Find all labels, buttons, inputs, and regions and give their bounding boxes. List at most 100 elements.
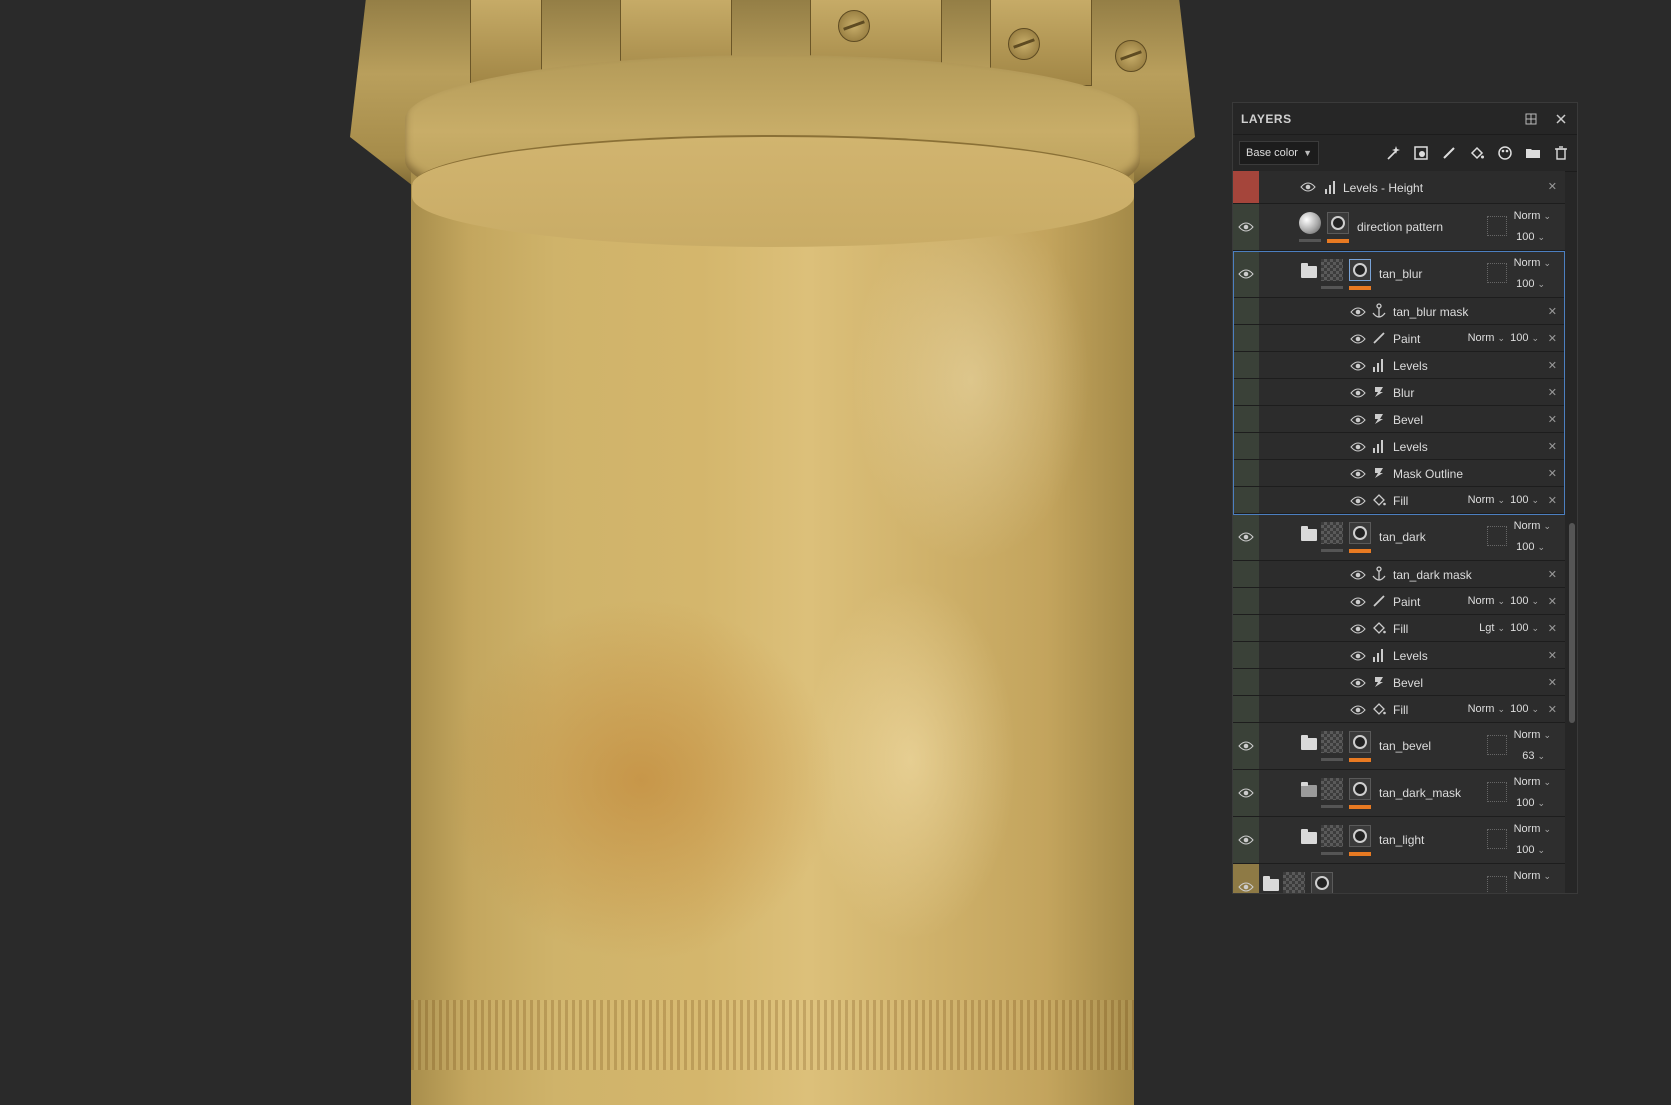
eye-icon[interactable] bbox=[1349, 332, 1367, 346]
folder-icon[interactable] bbox=[1523, 143, 1543, 163]
blend-mode-select[interactable]: Norm ⌄ bbox=[1468, 332, 1505, 344]
effect-row[interactable]: Mask Outline ✕ bbox=[1233, 460, 1565, 487]
paint-bucket-icon[interactable] bbox=[1467, 143, 1487, 163]
layer-row-partial[interactable]: Norm ⌄ bbox=[1233, 864, 1565, 893]
effect-row[interactable]: Levels ✕ bbox=[1233, 642, 1565, 669]
mask-thumbnail[interactable] bbox=[1349, 825, 1371, 847]
remove-effect-icon[interactable]: ✕ bbox=[1548, 568, 1557, 581]
eye-icon[interactable] bbox=[1349, 676, 1367, 690]
opacity-select[interactable]: 100 ⌄ bbox=[1510, 622, 1539, 634]
remove-effect-icon[interactable]: ✕ bbox=[1548, 359, 1557, 372]
dock-icon[interactable] bbox=[1523, 111, 1539, 127]
mask-thumbnail[interactable] bbox=[1349, 778, 1371, 800]
layer-row-tan-dark-mask[interactable]: tan_dark_mask Norm ⌄ 100 ⌄ bbox=[1233, 770, 1565, 817]
eye-icon[interactable] bbox=[1237, 833, 1255, 847]
effect-row[interactable]: tan_dark mask ✕ bbox=[1233, 561, 1565, 588]
eye-icon[interactable] bbox=[1349, 305, 1367, 319]
opacity-select[interactable]: 100 ⌄ bbox=[1510, 332, 1539, 344]
channel-select[interactable]: Base color ▼ bbox=[1239, 141, 1319, 165]
remove-effect-icon[interactable]: ✕ bbox=[1548, 386, 1557, 399]
mask-thumbnail[interactable] bbox=[1349, 259, 1371, 281]
eye-icon[interactable] bbox=[1237, 267, 1255, 281]
effect-row[interactable]: Levels ✕ bbox=[1233, 352, 1565, 379]
remove-effect-icon[interactable]: ✕ bbox=[1548, 494, 1557, 507]
layer-row-tan-blur[interactable]: tan_blur Norm ⌄ 100 ⌄ bbox=[1233, 251, 1565, 298]
effect-row[interactable]: Blur ✕ bbox=[1233, 379, 1565, 406]
opacity-select[interactable]: 100 ⌄ bbox=[1510, 595, 1539, 607]
eye-icon[interactable] bbox=[1349, 494, 1367, 508]
opacity-select[interactable]: 100 ⌄ bbox=[1516, 844, 1545, 856]
remove-effect-icon[interactable]: ✕ bbox=[1548, 413, 1557, 426]
effect-row[interactable]: Levels ✕ bbox=[1233, 433, 1565, 460]
effect-row[interactable]: Fill Lgt ⌄ 100 ⌄ ✕ bbox=[1233, 615, 1565, 642]
brush-icon[interactable] bbox=[1439, 143, 1459, 163]
mask-thumbnail[interactable] bbox=[1349, 522, 1371, 544]
blend-mode-select[interactable]: Norm ⌄ bbox=[1468, 595, 1505, 607]
eye-icon[interactable] bbox=[1299, 180, 1317, 194]
eye-icon[interactable] bbox=[1349, 413, 1367, 427]
blend-mode-select[interactable]: Norm ⌄ bbox=[1514, 776, 1551, 788]
effect-row[interactable]: Bevel ✕ bbox=[1233, 406, 1565, 433]
layer-list[interactable]: Levels - Height ✕ direction pattern Norm… bbox=[1233, 171, 1565, 893]
eye-icon[interactable] bbox=[1237, 739, 1255, 753]
layer-row-direction-pattern[interactable]: direction pattern Norm ⌄ 100 ⌄ bbox=[1233, 204, 1565, 251]
eye-icon[interactable] bbox=[1349, 467, 1367, 481]
eye-icon[interactable] bbox=[1349, 386, 1367, 400]
blend-mode-select[interactable]: Norm ⌄ bbox=[1468, 494, 1505, 506]
effect-row[interactable]: Paint Norm ⌄ 100 ⌄ ✕ bbox=[1233, 325, 1565, 352]
opacity-select[interactable]: 100 ⌄ bbox=[1516, 231, 1545, 243]
close-icon[interactable] bbox=[1553, 111, 1569, 127]
eye-icon[interactable] bbox=[1349, 595, 1367, 609]
eye-icon[interactable] bbox=[1237, 786, 1255, 800]
eye-icon[interactable] bbox=[1349, 568, 1367, 582]
eye-icon[interactable] bbox=[1349, 703, 1367, 717]
magic-wand-icon[interactable] bbox=[1383, 143, 1403, 163]
eye-icon[interactable] bbox=[1237, 220, 1255, 234]
blend-mode-select[interactable]: Norm ⌄ bbox=[1514, 823, 1551, 835]
opacity-select[interactable]: 100 ⌄ bbox=[1516, 541, 1545, 553]
mask-thumbnail[interactable] bbox=[1327, 212, 1349, 234]
eye-icon[interactable] bbox=[1349, 649, 1367, 663]
remove-effect-icon[interactable]: ✕ bbox=[1548, 467, 1557, 480]
eye-icon[interactable] bbox=[1237, 530, 1255, 544]
remove-effect-icon[interactable]: ✕ bbox=[1548, 332, 1557, 345]
effect-row[interactable]: tan_blur mask ✕ bbox=[1233, 298, 1565, 325]
remove-effect-icon[interactable]: ✕ bbox=[1548, 649, 1557, 662]
blend-mode-select[interactable]: Norm ⌄ bbox=[1514, 210, 1551, 222]
fill-mask-icon[interactable] bbox=[1411, 143, 1431, 163]
blend-mode-select[interactable]: Norm ⌄ bbox=[1514, 729, 1551, 741]
blend-mode-select[interactable]: Norm ⌄ bbox=[1514, 257, 1551, 269]
opacity-select[interactable]: 100 ⌄ bbox=[1510, 703, 1539, 715]
layer-row-tan-light[interactable]: tan_light Norm ⌄ 100 ⌄ bbox=[1233, 817, 1565, 864]
eye-icon[interactable] bbox=[1349, 622, 1367, 636]
remove-effect-icon[interactable]: ✕ bbox=[1548, 305, 1557, 318]
blend-mode-select[interactable]: Norm ⌄ bbox=[1468, 703, 1505, 715]
opacity-select[interactable]: 100 ⌄ bbox=[1516, 797, 1545, 809]
opacity-select[interactable]: 100 ⌄ bbox=[1510, 494, 1539, 506]
remove-effect-icon[interactable]: ✕ bbox=[1548, 180, 1557, 193]
trash-icon[interactable] bbox=[1551, 143, 1571, 163]
remove-effect-icon[interactable]: ✕ bbox=[1548, 703, 1557, 716]
opacity-select[interactable]: 63 ⌄ bbox=[1522, 750, 1545, 762]
blend-mode-select[interactable]: Lgt ⌄ bbox=[1479, 622, 1505, 634]
layer-row-levels-height[interactable]: Levels - Height ✕ bbox=[1233, 171, 1565, 204]
palette-icon[interactable] bbox=[1495, 143, 1515, 163]
remove-effect-icon[interactable]: ✕ bbox=[1548, 440, 1557, 453]
blend-mode-select[interactable]: Norm ⌄ bbox=[1514, 870, 1551, 882]
eye-icon[interactable] bbox=[1349, 359, 1367, 373]
effect-row[interactable]: Paint Norm ⌄ 100 ⌄ ✕ bbox=[1233, 588, 1565, 615]
eye-icon[interactable] bbox=[1237, 880, 1255, 893]
remove-effect-icon[interactable]: ✕ bbox=[1548, 676, 1557, 689]
opacity-select[interactable]: 100 ⌄ bbox=[1516, 278, 1545, 290]
effect-row[interactable]: Bevel ✕ bbox=[1233, 669, 1565, 696]
layer-list-scrollbar[interactable] bbox=[1569, 523, 1575, 723]
eye-icon[interactable] bbox=[1349, 440, 1367, 454]
effect-row[interactable]: Fill Norm ⌄ 100 ⌄ ✕ bbox=[1233, 696, 1565, 723]
effect-row[interactable]: Fill Norm ⌄ 100 ⌄ ✕ bbox=[1233, 487, 1565, 514]
layer-row-tan-bevel[interactable]: tan_bevel Norm ⌄ 63 ⌄ bbox=[1233, 723, 1565, 770]
blend-mode-select[interactable]: Norm ⌄ bbox=[1514, 520, 1551, 532]
mask-thumbnail[interactable] bbox=[1349, 731, 1371, 753]
layer-row-tan-dark[interactable]: tan_dark Norm ⌄ 100 ⌄ bbox=[1233, 514, 1565, 561]
mask-thumbnail[interactable] bbox=[1311, 872, 1333, 893]
remove-effect-icon[interactable]: ✕ bbox=[1548, 595, 1557, 608]
